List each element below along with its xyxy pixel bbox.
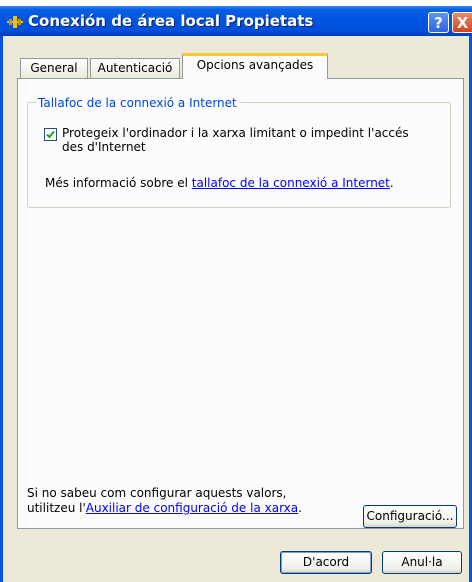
help-button[interactable]: ? [428,12,449,33]
settings-button[interactable]: Configuració... [363,505,457,528]
config-help-prefix: utilitzeu l' [27,501,86,515]
firewall-info-text: Més informació sobre el tallafoc de la c… [45,176,394,190]
network-connection-icon [7,16,23,28]
firewall-info-prefix: Més informació sobre el [45,176,192,190]
config-help-suffix: . [298,501,302,515]
config-help-text: Si no sabeu com configurar aquests valor… [27,486,302,516]
close-button[interactable]: X [452,12,472,33]
cancel-button[interactable]: Anul·la [382,551,462,574]
config-help-line1: Si no sabeu com configurar aquests valor… [27,486,287,500]
title-bar[interactable]: Conexión de área local Propietats ? X [0,6,472,36]
ok-button[interactable]: D'acord [280,551,372,574]
firewall-group-title: Tallafoc de la connexió a Internet [36,96,239,110]
tab-autenticacio[interactable]: Autenticació [90,58,180,78]
network-wizard-link[interactable]: Auxiliar de configuració de la xarxa [86,501,298,515]
tab-opcions-avancades[interactable]: Opcions avançades [182,53,328,79]
tab-general[interactable]: General [20,58,88,78]
window-title: Conexión de área local Propietats [28,12,314,30]
checkmark-icon [46,130,55,139]
firewall-info-suffix: . [389,176,394,190]
config-help-line2: utilitzeu l'Auxiliar de configuració de … [27,501,302,516]
firewall-checkbox-label[interactable]: Protegeix l'ordinador i la xarxa limitan… [62,126,422,154]
firewall-checkbox[interactable] [44,128,57,141]
window-left-border [0,36,3,582]
firewall-info-link[interactable]: tallafoc de la connexió a Internet [192,176,390,190]
firewall-groupbox [27,102,451,208]
